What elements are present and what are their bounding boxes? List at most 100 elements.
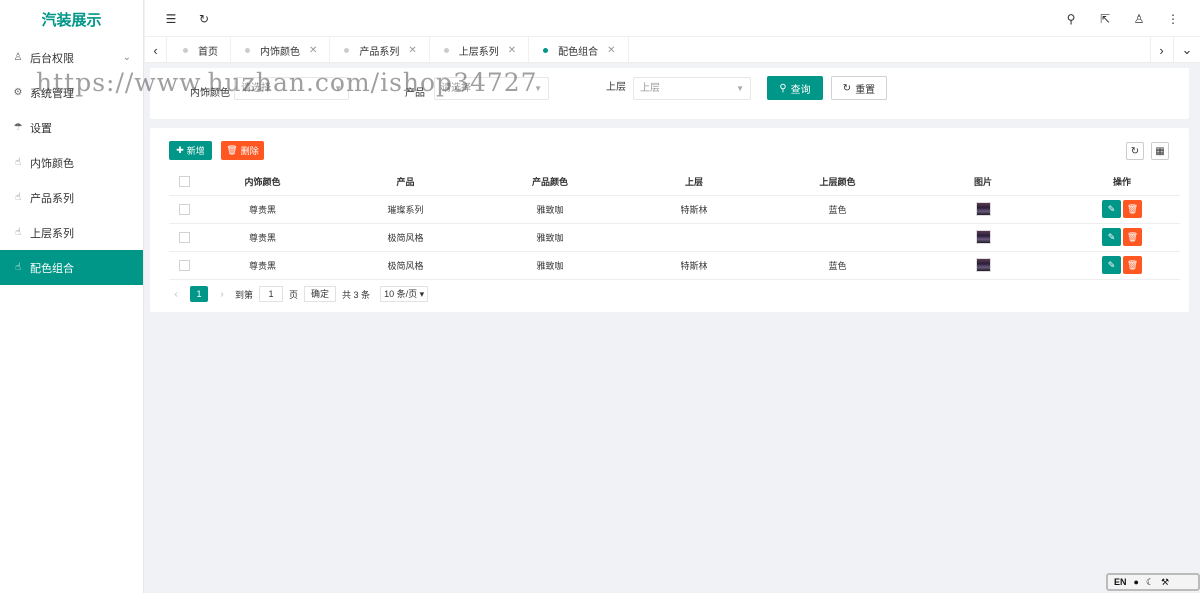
delete-row-button[interactable]: 🗑	[1123, 200, 1142, 218]
sidebar-item-interior-colors[interactable]: ☝ 内饰颜色	[0, 145, 143, 180]
sidebar-item-settings[interactable]: ☂ 设置	[0, 110, 143, 145]
sidebar-item-label: 配色组合	[30, 262, 74, 275]
total-count: 共 3 条	[342, 289, 371, 300]
menu-toggle-icon[interactable]: ☰	[156, 0, 186, 37]
sidebar-item-color-combination[interactable]: ☝ 配色组合	[0, 250, 143, 285]
table-cell: 雅致咖	[485, 195, 615, 224]
tab-dot	[245, 47, 250, 53]
ime-language[interactable]: EN	[1114, 577, 1127, 587]
product-thumbnail-image[interactable]	[975, 230, 991, 244]
pencil-icon: ✎	[1107, 232, 1116, 242]
reset-button[interactable]: ↻ 重置	[831, 76, 887, 100]
trash-icon: 🗑	[226, 145, 238, 155]
product-thumbnail-image[interactable]	[975, 202, 991, 216]
trash-icon: 🗑	[1126, 260, 1139, 270]
tab-color-combination[interactable]: 配色组合 ✕	[529, 37, 629, 63]
row-checkbox[interactable]	[178, 231, 190, 243]
user-icon: ♙	[13, 52, 23, 63]
column-filter-icon[interactable]: ▦	[1151, 142, 1169, 160]
ime-mic-icon[interactable]: ●	[1134, 577, 1139, 587]
search-form: 内饰颜色 请选择 ▼ 产品 请选择 ▼ 上层 上层 ▼ ⚲ 查询 ↻ 重置	[150, 68, 1189, 119]
sidebar: 汽装展示 ♙ 后台权限 ⌄ ⚙ 系统管理 ☂ 设置 ☝ 内饰颜色 ☝ 产品系列 …	[0, 0, 144, 593]
tab-product-series[interactable]: 产品系列 ✕	[330, 37, 430, 63]
goto-label: 到第	[235, 289, 254, 300]
top-header: ☰ ↻ ⚲ ⇱ ♙ ⋮	[145, 0, 1200, 37]
column-header: 操作	[1064, 169, 1180, 196]
interior-color-select[interactable]: 请选择 ▼	[234, 77, 349, 100]
sidebar-item-label: 系统管理	[30, 87, 74, 100]
fullscreen-icon[interactable]: ⇱	[1090, 0, 1120, 37]
tab-label: 配色组合	[558, 46, 599, 58]
prev-page-icon[interactable]: ‹	[169, 289, 183, 300]
edit-button[interactable]: ✎	[1102, 228, 1121, 246]
tab-label: 产品系列	[359, 46, 400, 58]
tab-label: 内饰颜色	[260, 46, 300, 58]
delete-button-label: 删除	[240, 146, 259, 156]
sidebar-item-admin-permissions[interactable]: ♙ 后台权限 ⌄	[0, 40, 143, 75]
select-placeholder: 请选择	[441, 83, 471, 94]
more-vertical-icon[interactable]: ⋮	[1158, 0, 1188, 37]
select-all-checkbox[interactable]	[178, 176, 190, 188]
add-button-label: 新增	[186, 146, 205, 156]
tab-home[interactable]: 首页	[169, 37, 231, 63]
tab-scroll-left-icon[interactable]: ‹	[145, 37, 167, 63]
delete-button[interactable]: 🗑 删除	[221, 141, 264, 160]
sidebar-item-product-series[interactable]: ☝ 产品系列	[0, 180, 143, 215]
delete-row-button[interactable]: 🗑	[1123, 228, 1142, 246]
edit-button[interactable]: ✎	[1102, 200, 1121, 218]
tab-scroll-right-icon[interactable]: ›	[1150, 37, 1172, 63]
row-checkbox[interactable]	[178, 259, 190, 271]
tab-dot	[183, 47, 188, 53]
current-page[interactable]: 1	[190, 286, 208, 302]
product-label: 产品	[405, 88, 425, 99]
tab-interior-colors[interactable]: 内饰颜色 ✕	[231, 37, 331, 63]
query-button[interactable]: ⚲ 查询	[767, 76, 823, 100]
product-thumbnail-image[interactable]	[975, 258, 991, 272]
close-icon[interactable]: ✕	[607, 45, 615, 56]
column-header: 图片	[902, 169, 1064, 196]
hand-icon: ☝	[14, 157, 22, 168]
data-table: 内饰颜色 产品 产品颜色 上层 上层颜色 图片 操作 尊贵黑 璀璨系列 雅致咖 …	[169, 169, 1180, 280]
refresh-table-icon[interactable]: ↻	[1126, 142, 1144, 160]
hand-icon: ☝	[14, 192, 22, 203]
umbrella-icon: ☂	[13, 122, 23, 133]
user-icon[interactable]: ♙	[1124, 0, 1154, 37]
reset-button-label: 重置	[855, 84, 876, 96]
delete-row-button[interactable]: 🗑	[1123, 256, 1142, 274]
tab-upper-series[interactable]: 上层系列 ✕	[430, 37, 530, 63]
column-header: 产品	[326, 169, 485, 196]
next-page-icon[interactable]: ›	[215, 289, 229, 300]
goto-page-input[interactable]: 1	[259, 286, 284, 302]
row-checkbox[interactable]	[178, 203, 190, 215]
sidebar-item-system-management[interactable]: ⚙ 系统管理	[0, 75, 143, 110]
add-button[interactable]: ✚ 新增	[169, 141, 212, 160]
table-cell	[615, 223, 773, 252]
table-cell: 特斯林	[615, 251, 773, 280]
close-icon[interactable]: ✕	[309, 45, 317, 56]
tab-menu-chevron-down-icon[interactable]: ⌄	[1173, 37, 1200, 63]
caret-down-icon: ▼	[534, 84, 542, 93]
chevron-down-icon: ⌄	[122, 52, 131, 63]
search-icon[interactable]: ⚲	[1056, 0, 1086, 37]
trash-icon: 🗑	[1126, 232, 1139, 242]
page-size-select[interactable]: 10 条/页 ▾	[380, 286, 429, 302]
sidebar-item-upper-series[interactable]: ☝ 上层系列	[0, 215, 143, 250]
trash-icon: 🗑	[1126, 204, 1139, 214]
goto-confirm-button[interactable]: 确定	[304, 286, 337, 302]
ime-settings-icon[interactable]: ⚒	[1161, 577, 1169, 588]
table-cell: 蓝色	[773, 195, 902, 224]
sidebar-item-label: 产品系列	[30, 192, 74, 205]
ime-toolbar: EN ● ☾ ⚒	[1106, 573, 1200, 591]
refresh-icon: ↻	[842, 82, 852, 94]
product-select[interactable]: 请选择 ▼	[434, 77, 549, 100]
plus-icon: ✚	[176, 145, 184, 155]
sidebar-item-label: 内饰颜色	[30, 157, 74, 170]
upper-select[interactable]: 上层 ▼	[633, 77, 751, 100]
close-icon[interactable]: ✕	[508, 45, 516, 56]
edit-button[interactable]: ✎	[1102, 256, 1121, 274]
header-checkbox-cell	[169, 169, 199, 196]
refresh-icon[interactable]: ↻	[189, 0, 219, 37]
column-header: 内饰颜色	[199, 169, 326, 196]
close-icon[interactable]: ✕	[408, 45, 416, 56]
ime-moon-icon[interactable]: ☾	[1146, 577, 1154, 588]
